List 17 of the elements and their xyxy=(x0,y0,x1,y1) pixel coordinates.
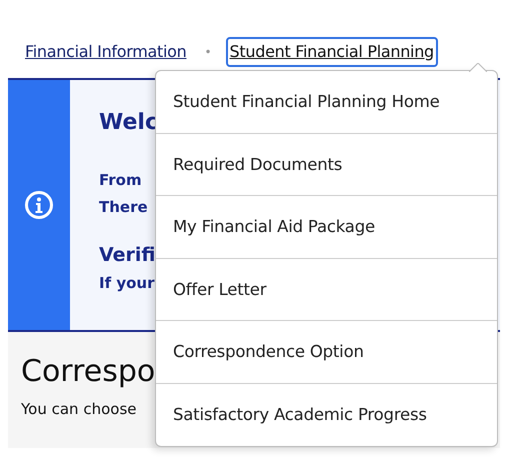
alert-text: There xyxy=(99,197,148,218)
alert-note: If your xyxy=(99,272,154,294)
menu-item[interactable]: Student Financial Planning Home xyxy=(156,71,497,134)
alert-title: Welc xyxy=(99,109,158,137)
menu-item[interactable]: Satisfactory Academic Progress xyxy=(156,384,497,446)
breadcrumb-link[interactable]: Financial Information xyxy=(21,36,190,66)
info-icon xyxy=(24,190,54,220)
menu-item[interactable]: Offer Letter xyxy=(156,258,497,321)
menu-item[interactable]: Required Documents xyxy=(156,134,497,196)
breadcrumb-link[interactable]: Student Financial Planning xyxy=(226,36,438,66)
menu-item[interactable]: My Financial Aid Package xyxy=(156,196,497,258)
separator: • xyxy=(204,44,212,60)
alert-text: From xyxy=(99,170,142,191)
section-text: You can choose xyxy=(21,399,136,420)
menu-item[interactable]: Correspondence Option xyxy=(156,321,497,384)
alert-subtitle: Verifi xyxy=(99,243,156,268)
section-heading: Correspo xyxy=(21,354,156,390)
